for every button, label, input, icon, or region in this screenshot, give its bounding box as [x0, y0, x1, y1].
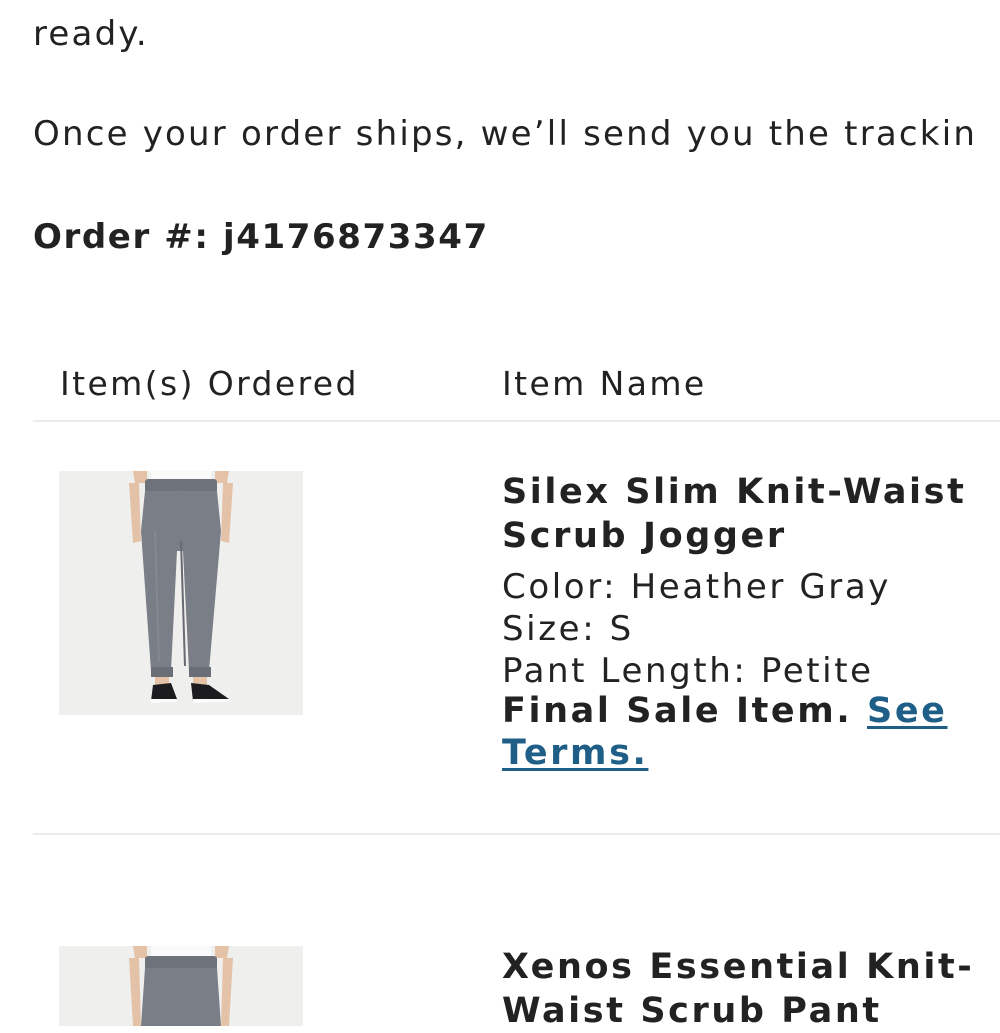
pants-image — [59, 946, 303, 1026]
item-name-line: Waist Scrub Pant — [502, 991, 882, 1031]
column-header-item-name: Item Name — [502, 364, 707, 403]
header-divider — [33, 420, 1000, 422]
item-pant-length: Pant Length: Petite — [502, 651, 874, 691]
final-sale-label: Final Sale Item. — [502, 691, 853, 731]
order-number: Order #: j4176873347 — [33, 217, 489, 257]
jogger-pants-image — [59, 471, 303, 715]
column-header-items-ordered: Item(s) Ordered — [60, 364, 359, 403]
item-name-line: Xenos Essential Knit- — [502, 947, 975, 987]
item-name-line: Scrub Jogger — [502, 516, 787, 556]
item-size: Size: S — [502, 609, 634, 649]
item-color: Color: Heather Gray — [502, 567, 892, 607]
product-image[interactable] — [59, 471, 303, 715]
final-sale-notice: Final Sale Item. See — [502, 690, 948, 732]
item-name-line: Silex Slim Knit-Waist — [502, 472, 967, 512]
terms-link[interactable]: Terms. — [502, 733, 648, 773]
item-divider — [33, 833, 1000, 835]
tracking-message: Once your order ships, we’ll send you th… — [33, 114, 978, 154]
intro-text-line: ready. — [33, 14, 149, 54]
see-terms-link[interactable]: See — [867, 691, 947, 731]
terms-link-continuation[interactable]: Terms. — [502, 732, 648, 774]
product-image[interactable] — [59, 946, 303, 1026]
